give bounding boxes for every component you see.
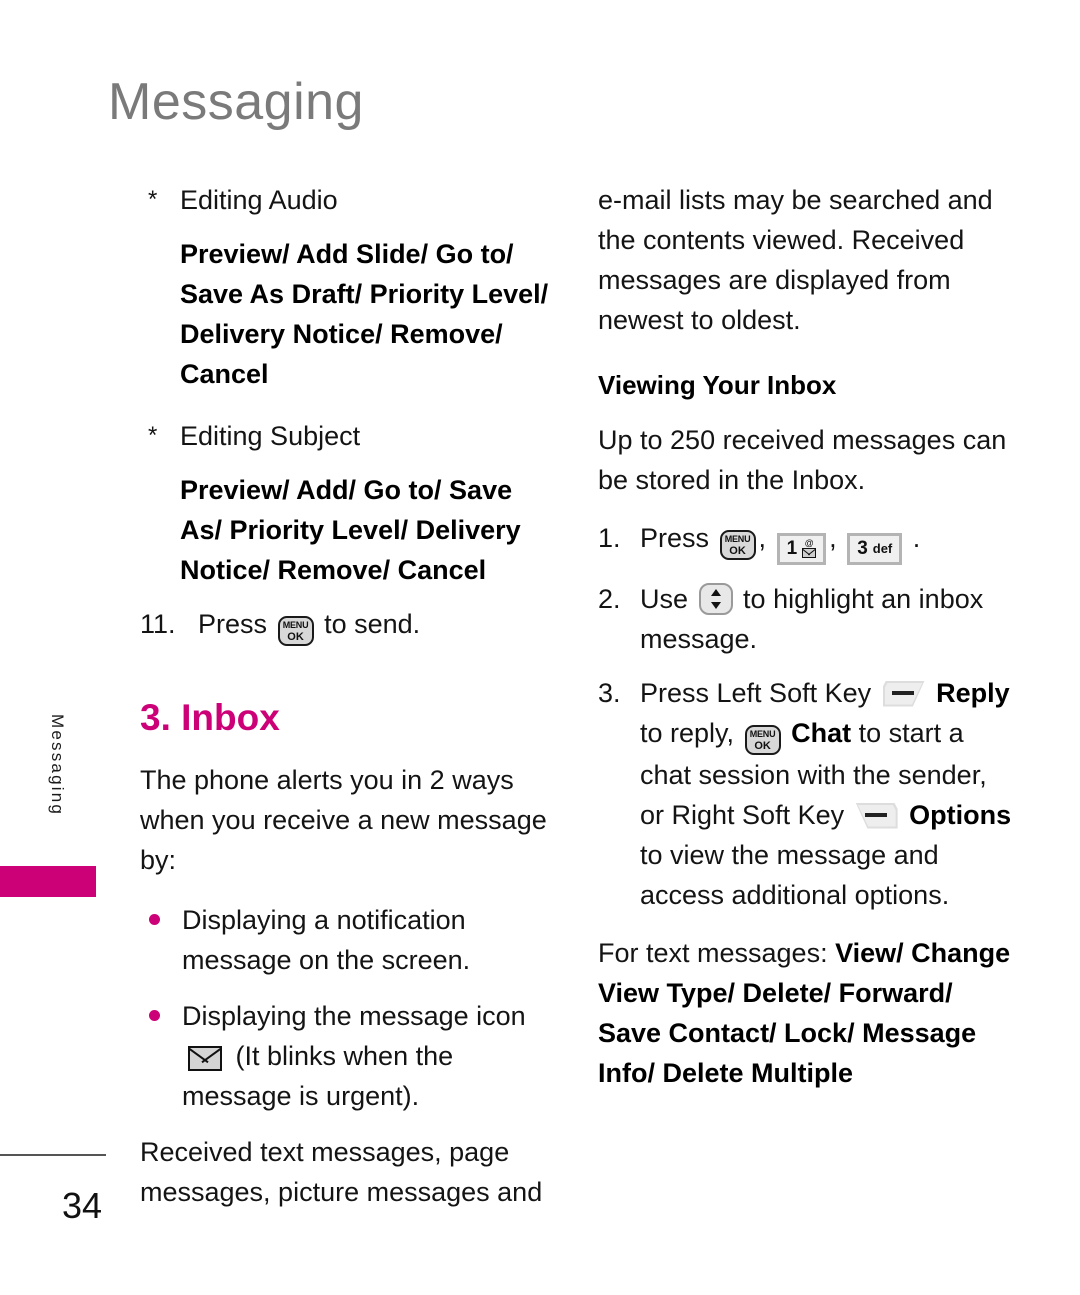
menu-ok-key-icon: MENU OK — [744, 724, 781, 755]
sub-heading-viewing-inbox: Viewing Your Inbox — [598, 370, 837, 400]
reply-label: Reply — [936, 677, 1010, 708]
bullet-dot-icon — [140, 900, 182, 980]
section-heading-inbox: 3. Inbox — [140, 697, 280, 738]
page-number: 34 — [62, 1185, 103, 1226]
left-column: * Editing Audio Preview/ Add Slide/ Go t… — [140, 180, 560, 1212]
text-messages-block: For text messages: View/ Change View Typ… — [598, 933, 1018, 1093]
bullet-label: Displaying a notification message on the… — [182, 905, 471, 975]
text-messages-label: For text messages: — [598, 937, 828, 968]
bullet-text-after: (It blinks when the message is urgent). — [182, 1041, 454, 1111]
star-item-editing-subject: * Editing Subject — [140, 416, 560, 456]
editing-subject-options: Preview/ Add/ Go to/ Save As/ Priority L… — [180, 475, 521, 585]
chevron-down-icon — [710, 601, 721, 609]
key-3-digit: 3 — [857, 538, 868, 559]
menu-ok-bottom-label: OK — [729, 545, 746, 557]
key-3-def-icon: 3 def — [847, 532, 903, 565]
step-number: 2. — [598, 583, 621, 614]
bullet-item-notification: Displaying a notification message on the… — [140, 900, 560, 980]
inbox-intro-paragraph: The phone alerts you in 2 ways when you … — [140, 765, 547, 875]
left-soft-key-icon — [882, 680, 925, 707]
step-number: 3. — [598, 677, 621, 708]
menu-ok-bottom-label: OK — [754, 739, 771, 752]
continued-paragraph: e-mail lists may be searched and the con… — [598, 185, 993, 335]
right-column: e-mail lists may be searched and the con… — [598, 180, 1018, 1093]
bullet-item-message-icon: Displaying the message icon (It blinks w… — [140, 996, 560, 1116]
star-bullet-icon: * — [148, 186, 158, 213]
step-1: 1. Press MENU OK , 1 @ , 3 def . — [598, 518, 1018, 565]
bullet-label: Displaying the message icon (It blinks w… — [182, 996, 560, 1116]
side-tab-label: Messaging — [48, 714, 67, 817]
menu-ok-key-icon: MENU OK — [277, 616, 314, 646]
step-body: Press Left Soft Key Reply to reply, MENU… — [640, 673, 1018, 915]
page-title: Messaging — [108, 73, 364, 131]
step-body: Use to highlight an inbox message. — [640, 579, 1018, 659]
step-text-after: to highlight an inbox message. — [640, 583, 984, 654]
step-body: Press MENU OK to send. — [198, 604, 560, 646]
step-text-after: to send. — [324, 609, 421, 639]
step-text-before: Press — [640, 523, 710, 553]
step3-part1: Press Left Soft Key — [640, 677, 872, 708]
at-symbol: @ — [804, 538, 814, 548]
key-1-icon: 1 @ — [776, 532, 827, 565]
navigation-up-down-key-icon — [698, 582, 733, 615]
side-tab-accent-bar — [0, 866, 96, 897]
bullet-text-before: Displaying the message icon — [182, 1001, 526, 1031]
editing-audio-options: Preview/ Add Slide/ Go to/ Save As Draft… — [180, 239, 549, 389]
star-bullet-icon: * — [148, 422, 158, 449]
key-3-letters: def — [872, 541, 893, 556]
key-1-symbols: @ — [802, 538, 817, 558]
right-soft-key-icon — [855, 802, 898, 829]
star-item-editing-audio: * Editing Audio — [140, 180, 560, 220]
envelope-icon — [802, 548, 817, 558]
step-text-before: Use — [640, 583, 689, 614]
chevron-up-icon — [710, 588, 721, 596]
step-number: 1. — [598, 523, 621, 553]
step-number: 11. — [140, 609, 176, 639]
step-body: Press MENU OK , 1 @ , 3 def . — [640, 518, 1018, 565]
menu-ok-key-icon: MENU OK — [719, 530, 756, 560]
menu-ok-top-label: MENU — [749, 728, 776, 739]
menu-ok-bottom-label: OK — [287, 631, 304, 643]
options-label: Options — [909, 799, 1012, 830]
capacity-paragraph: Up to 250 received messages can be store… — [598, 425, 1007, 495]
footer-divider — [0, 1154, 106, 1156]
star-item-label: Editing Subject — [180, 421, 361, 451]
key-separator-1: , — [758, 523, 767, 553]
step-2: 2. Use to highlight an inbox message. — [598, 579, 1018, 659]
key-1-digit: 1 — [786, 538, 798, 559]
message-envelope-icon — [188, 1046, 222, 1071]
key-separator-2: , — [829, 523, 837, 553]
step-text-before: Press — [198, 609, 268, 639]
step3-part4: to view the message and access additiona… — [640, 839, 950, 910]
star-item-label: Editing Audio — [180, 185, 338, 215]
menu-ok-top-label: MENU — [724, 534, 751, 544]
step3-part2: to reply, — [640, 717, 735, 748]
bullet-dot-icon — [140, 996, 182, 1116]
step-3: 3. Press Left Soft Key Reply to reply, M… — [598, 673, 1018, 915]
step-11: 11. Press MENU OK to send. — [140, 604, 560, 646]
step-text-after: . — [912, 523, 921, 553]
manual-page: Messaging Messaging 34 * Editing Audio P… — [0, 0, 1080, 1295]
chat-label: Chat — [791, 717, 852, 748]
inbox-closing-paragraph: Received text messages, page messages, p… — [140, 1137, 543, 1207]
menu-ok-top-label: MENU — [282, 620, 309, 630]
